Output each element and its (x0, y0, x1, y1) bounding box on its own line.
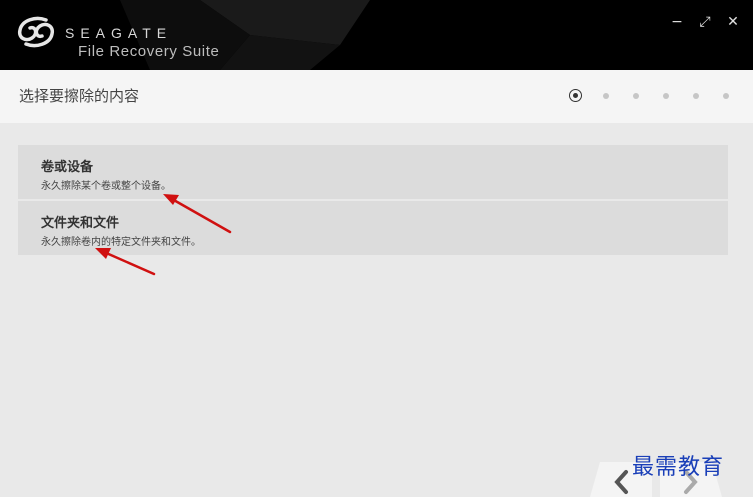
step-dot (663, 92, 669, 99)
step-dot (603, 92, 609, 99)
window-controls: − ⤢ ✕ (671, 14, 739, 30)
option-description: 永久擦除某个卷或整个设备。 (41, 181, 171, 192)
seagate-logo-icon (17, 16, 55, 48)
page-title: 选择要擦除的内容 (19, 87, 140, 105)
option-title: 文件夹和文件 (41, 216, 120, 231)
step-indicator (569, 89, 729, 102)
product-name: File Recovery Suite (78, 43, 220, 60)
watermark: 最需教育 (632, 455, 725, 480)
minimize-button[interactable]: − (671, 14, 683, 30)
step-dot (633, 92, 639, 99)
option-folders-and-files[interactable]: 文件夹和文件 永久擦除卷内的特定文件夹和文件。 (18, 201, 728, 255)
restore-button[interactable]: ⤢ (699, 14, 711, 30)
step-dot (723, 92, 729, 99)
close-button[interactable]: ✕ (727, 14, 739, 30)
brand-name: SEAGATE (65, 25, 173, 41)
title-bar: SEAGATE File Recovery Suite − ⤢ ✕ (0, 0, 753, 70)
step-dot-active (569, 89, 582, 102)
option-volume-or-device[interactable]: 卷或设备 永久擦除某个卷或整个设备。 (18, 145, 728, 199)
step-dot (693, 92, 699, 99)
option-title: 卷或设备 (41, 160, 94, 175)
option-description: 永久擦除卷内的特定文件夹和文件。 (41, 237, 201, 248)
step-header: 选择要擦除的内容 (0, 70, 753, 123)
